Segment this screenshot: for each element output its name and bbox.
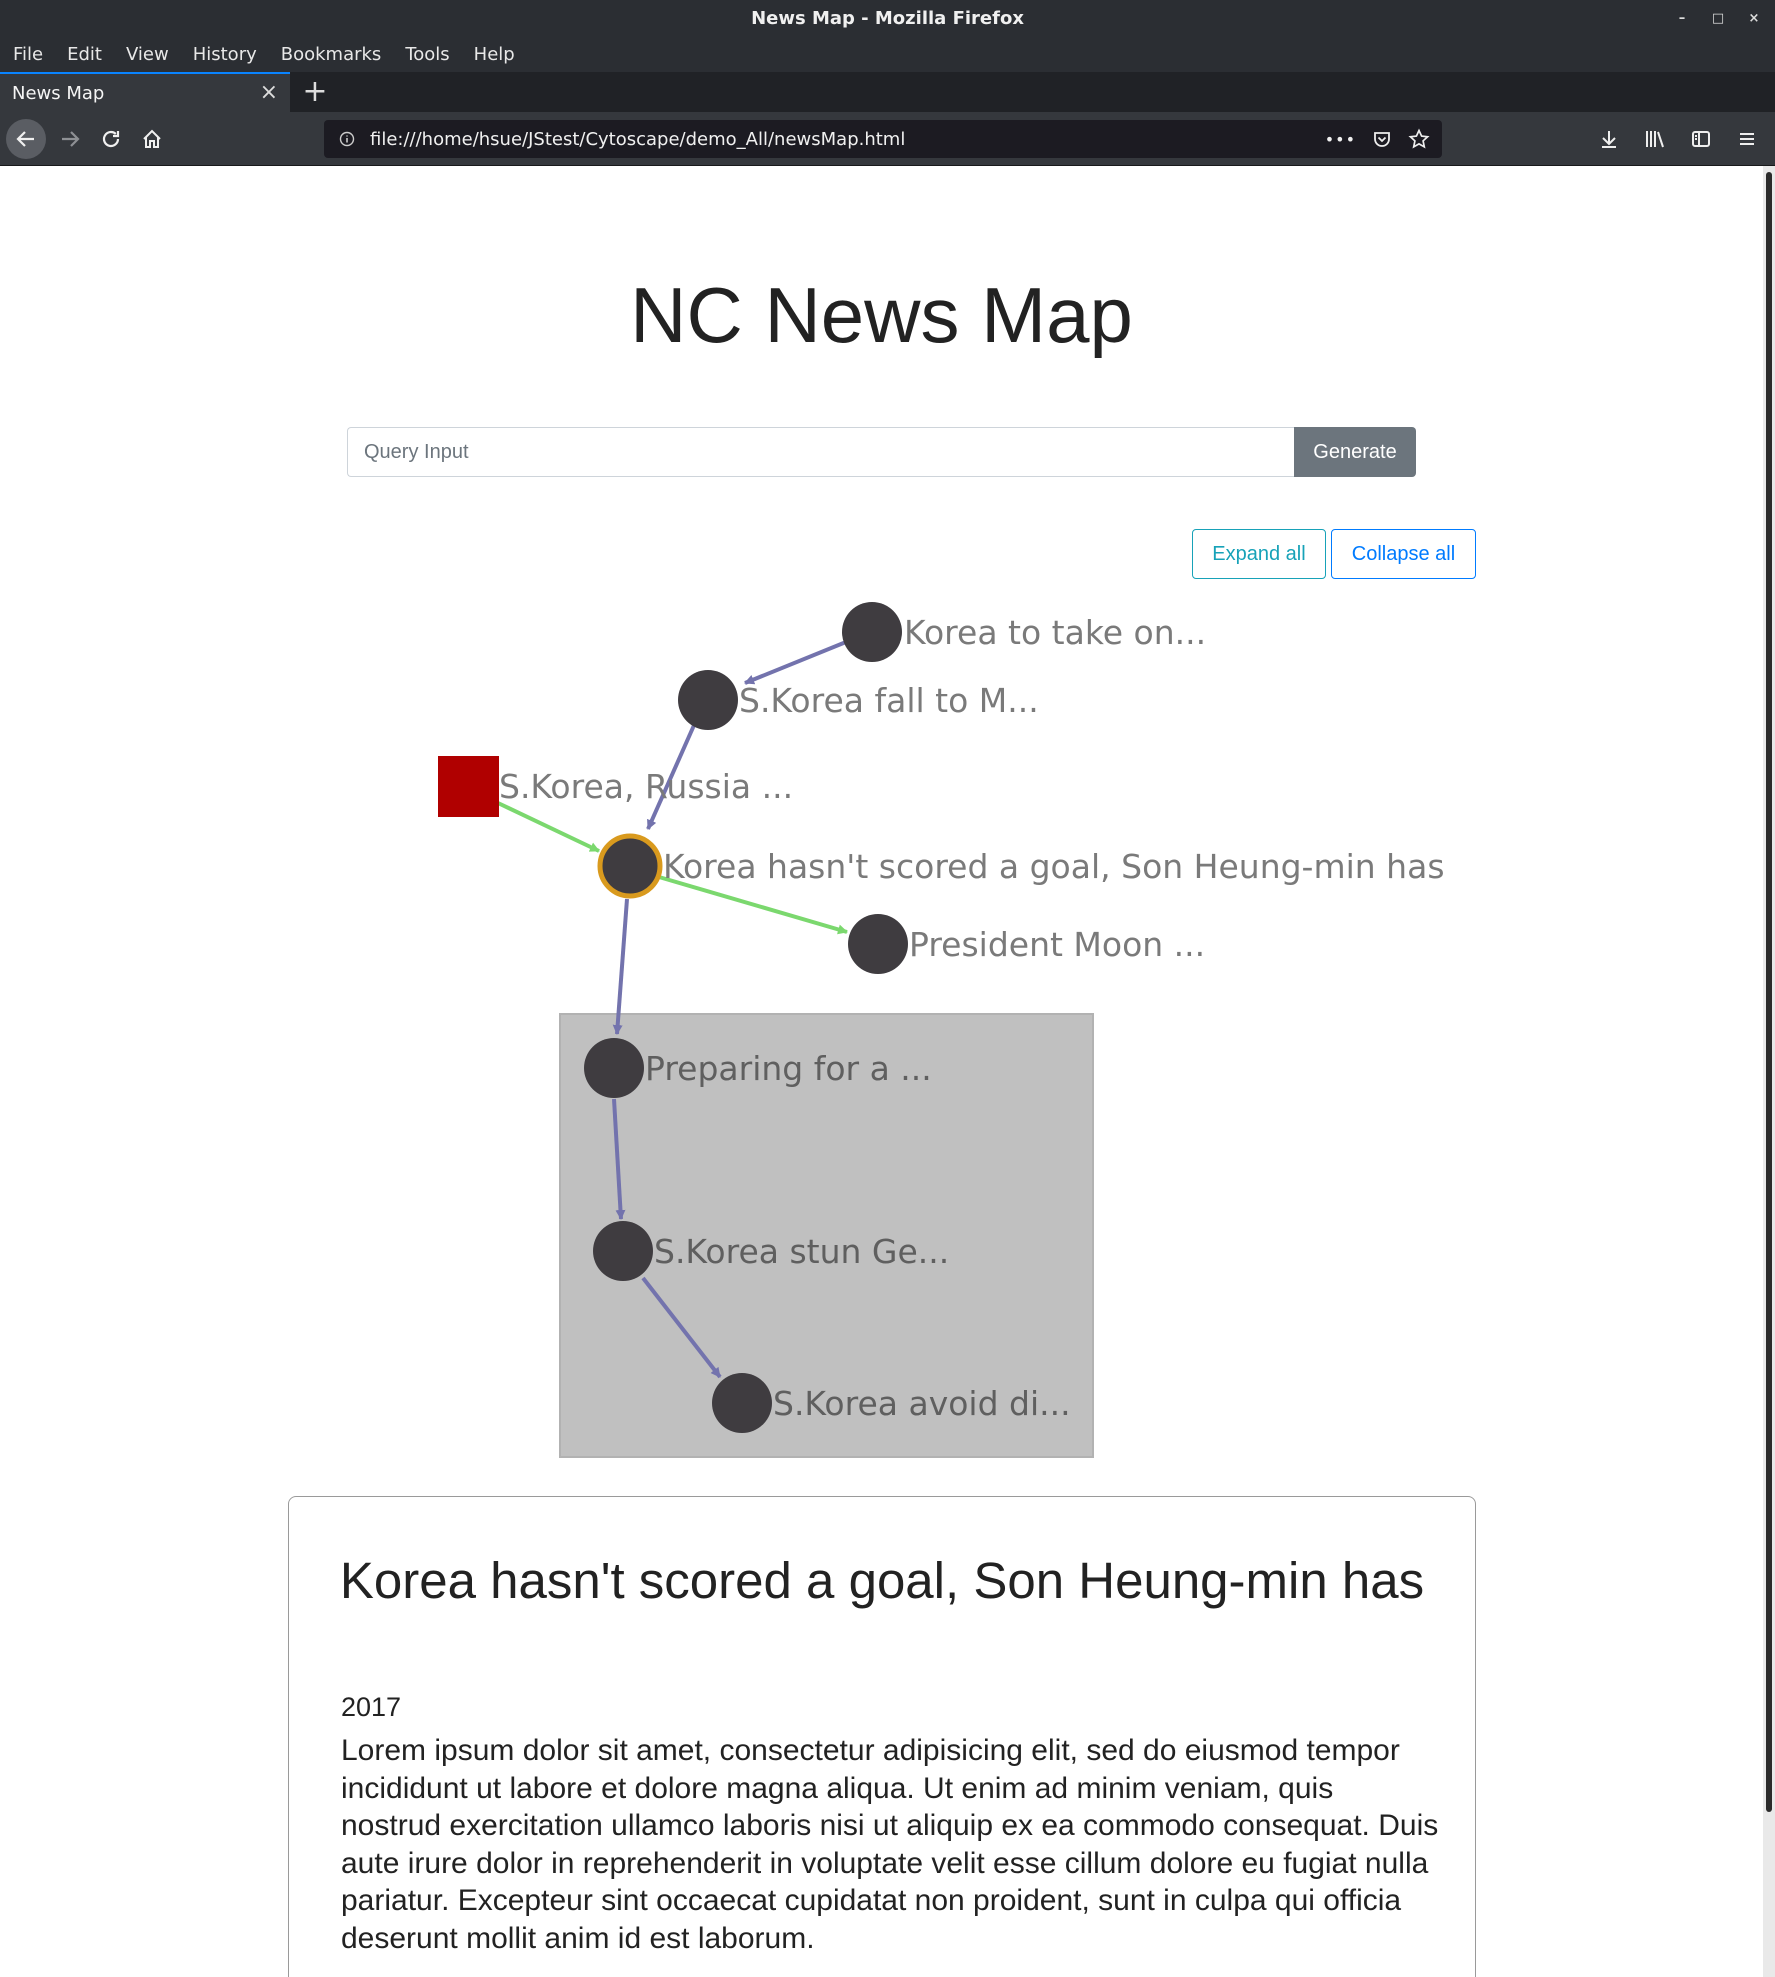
menu-bar: File Edit View History Bookmarks Tools H… [0, 36, 1775, 72]
node-label: President Moon ... [909, 925, 1205, 964]
page-scrollbar[interactable] [1763, 166, 1775, 1977]
maximize-button[interactable]: □ [1711, 11, 1725, 26]
scrollbar-thumb[interactable] [1766, 172, 1772, 1812]
graph-node-square[interactable]: S.Korea, Russia ... [438, 756, 793, 817]
url-text[interactable]: file:///home/hsue/JStest/Cytoscape/demo_… [370, 129, 1325, 150]
article-year: 2017 [341, 1692, 402, 1722]
page-actions-icon[interactable]: ••• [1325, 130, 1356, 149]
node-label: Korea to take on... [904, 613, 1206, 652]
open-menu-button[interactable] [1727, 119, 1767, 159]
reload-icon [102, 130, 120, 148]
article-title: Korea hasn't scored a goal, Son Heung-mi… [339, 1552, 1425, 1609]
node-label: Korea hasn't scored a goal, Son Heung-mi… [663, 847, 1445, 886]
menu-view[interactable]: View [117, 44, 178, 65]
menu-tools[interactable]: Tools [396, 44, 458, 65]
page-viewport: NC News Map Generate Expand all Collapse… [0, 166, 1763, 1977]
article-detail-card: Korea hasn't scored a goal, Son Heung-mi… [288, 1496, 1476, 1977]
edge-n3-n4[interactable] [497, 801, 600, 853]
new-tab-button[interactable]: + [300, 74, 330, 110]
url-actions: ••• [1325, 128, 1442, 150]
node-label: S.Korea stun Ge... [654, 1232, 949, 1271]
sidebar-icon [1692, 131, 1710, 147]
window-controls: – □ × [1675, 0, 1761, 36]
graph-node[interactable]: Korea to take on... [842, 602, 1206, 662]
forward-arrow-icon [62, 131, 80, 147]
sidebar-button[interactable] [1681, 119, 1721, 159]
library-icon [1646, 131, 1664, 148]
node-label: S.Korea fall to M... [739, 681, 1039, 720]
article-body: Lorem ipsum dolor sit amet, consectetur … [341, 1734, 1439, 1955]
minimize-button[interactable]: – [1675, 11, 1689, 26]
edge-n1-n2[interactable] [744, 640, 847, 685]
back-arrow-icon [16, 131, 34, 147]
forward-button[interactable] [50, 119, 90, 159]
node-label: Preparing for a ... [645, 1049, 932, 1088]
home-icon [143, 129, 161, 148]
close-window-button[interactable]: × [1747, 11, 1761, 26]
menu-help[interactable]: Help [465, 44, 524, 65]
downloads-button[interactable] [1589, 119, 1629, 159]
navigation-toolbar: file:///home/hsue/JStest/Cytoscape/demo_… [0, 112, 1775, 166]
reload-button[interactable] [91, 119, 131, 159]
tab-label: News Map [12, 82, 105, 104]
window-titlebar: News Map - Mozilla Firefox – □ × [0, 0, 1775, 36]
home-button[interactable] [132, 119, 172, 159]
url-bar[interactable]: file:///home/hsue/JStest/Cytoscape/demo_… [324, 120, 1442, 158]
graph-node-selected[interactable]: Korea hasn't scored a goal, Son Heung-mi… [597, 833, 1445, 899]
download-icon [1602, 131, 1616, 148]
node-label: S.Korea, Russia ... [499, 767, 793, 806]
hamburger-menu-icon [1740, 133, 1754, 145]
page-info-icon[interactable] [324, 131, 370, 147]
menu-file[interactable]: File [4, 44, 52, 65]
node-label: S.Korea avoid di... [773, 1384, 1071, 1423]
menu-edit[interactable]: Edit [58, 44, 111, 65]
pocket-icon[interactable] [1372, 129, 1392, 149]
tab-bar: News Map × + [0, 72, 1775, 112]
tab-close-icon[interactable]: × [260, 80, 278, 105]
toolbar-right [1589, 119, 1767, 159]
bookmark-star-icon[interactable] [1408, 128, 1430, 150]
menu-bookmarks[interactable]: Bookmarks [272, 44, 391, 65]
news-graph[interactable]: Korea to take on... S.Korea fall to M...… [0, 166, 1763, 1496]
library-button[interactable] [1635, 119, 1675, 159]
window-title: News Map - Mozilla Firefox [751, 7, 1024, 29]
graph-node[interactable]: President Moon ... [848, 914, 1205, 974]
graph-node[interactable]: S.Korea fall to M... [678, 670, 1039, 730]
tab-news-map[interactable]: News Map × [0, 72, 290, 112]
back-button[interactable] [6, 119, 46, 159]
menu-history[interactable]: History [184, 44, 266, 65]
